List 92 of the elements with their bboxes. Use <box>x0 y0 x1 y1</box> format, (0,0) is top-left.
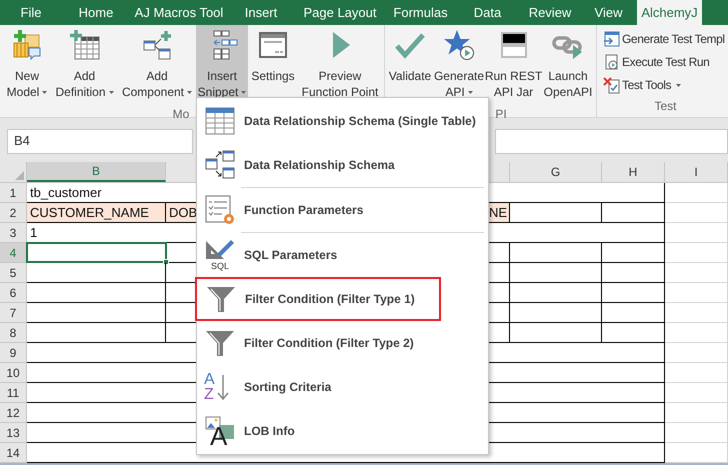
icon-letter: A <box>210 423 228 449</box>
run-rest-button[interactable]: Run REST API Jar <box>486 25 541 105</box>
menu-item[interactable]: A Z Sorting Criteria <box>197 365 488 409</box>
cross-checklist-icon <box>603 76 620 94</box>
ribbon-tab[interactable]: AJ Macros Tool <box>130 0 228 25</box>
table-cell[interactable] <box>510 203 602 223</box>
table-cell[interactable] <box>602 403 665 423</box>
formula-field[interactable] <box>495 128 728 154</box>
icon-letter: SQL <box>210 261 229 271</box>
star-play-icon <box>443 29 475 61</box>
table-cell[interactable] <box>510 283 602 303</box>
table-cell[interactable] <box>27 283 166 303</box>
row-header[interactable]: 14 <box>0 443 27 463</box>
ribbon-tab[interactable]: Home <box>62 0 130 25</box>
ribbon-tab[interactable]: File <box>0 0 62 25</box>
row-header[interactable]: 1 <box>0 183 27 203</box>
table-cell[interactable] <box>27 263 166 283</box>
icon-letter: Z <box>204 387 215 402</box>
row-header[interactable]: 3 <box>0 223 27 243</box>
row-header[interactable]: 4 <box>0 243 27 263</box>
launch-openapi-button[interactable]: Launch OpenAPI <box>542 25 594 105</box>
menu-item[interactable]: Filter Condition (Filter Type 1) <box>195 277 441 321</box>
ribbon-tab[interactable]: View <box>580 0 637 25</box>
row-header[interactable]: 12 <box>0 403 27 423</box>
generate-template-button[interactable]: Generate Test Templ <box>603 28 728 50</box>
row-header[interactable]: 11 <box>0 383 27 403</box>
group-label: PI <box>495 107 507 121</box>
ribbon-tab[interactable]: Review <box>520 0 580 25</box>
table-cell[interactable] <box>510 323 602 343</box>
windows-plus-icon <box>141 29 173 61</box>
name-box[interactable]: B4 <box>7 128 193 154</box>
row-header[interactable]: 13 <box>0 423 27 443</box>
table-cell[interactable] <box>602 423 665 443</box>
table-cell[interactable] <box>602 343 665 363</box>
table-cell[interactable] <box>602 323 665 343</box>
ribbon-tab[interactable]: Formulas <box>386 0 455 25</box>
add-component-button[interactable]: Add Component <box>119 25 195 105</box>
table-cell[interactable] <box>602 383 665 403</box>
ribbon-tab[interactable]: Insert <box>228 0 294 25</box>
window-icon <box>257 29 289 61</box>
row-header[interactable]: 6 <box>0 283 27 303</box>
table-cell[interactable] <box>27 323 166 343</box>
plus-folder-icon <box>11 29 43 61</box>
ribbon-tab[interactable]: Page Layout <box>294 0 386 25</box>
ruler-pencil-icon <box>204 237 236 261</box>
row-header[interactable]: 9 <box>0 343 27 363</box>
table-cell[interactable]: CUSTOMER_NAME <box>27 203 166 223</box>
document-play-icon <box>603 54 620 70</box>
column-header[interactable]: G <box>510 162 602 182</box>
row-header[interactable]: 7 <box>0 303 27 323</box>
row-header[interactable]: 10 <box>0 363 27 383</box>
row-header[interactable]: 8 <box>0 323 27 343</box>
linked-tables-icon <box>204 149 236 181</box>
menu-item[interactable]: SQL SQL Parameters <box>197 233 488 277</box>
row-header[interactable]: 2 <box>0 203 27 223</box>
row-header[interactable]: 5 <box>0 263 27 283</box>
table-icon <box>204 105 236 137</box>
menu-item[interactable]: A LOB Info <box>197 409 488 453</box>
test-tools-button[interactable]: Test Tools <box>603 74 728 96</box>
table-cell[interactable]: 1 <box>27 223 166 243</box>
table-cell[interactable] <box>510 243 602 263</box>
menu-item[interactable]: Filter Condition (Filter Type 2) <box>197 321 488 365</box>
group-label: Mo <box>172 107 190 121</box>
table-cell[interactable] <box>602 263 665 283</box>
table-cell[interactable] <box>602 283 665 303</box>
ribbon-tab[interactable]: Data <box>455 0 520 25</box>
add-definition-button[interactable]: Add Definition <box>51 25 118 105</box>
column-header[interactable]: I <box>665 162 728 182</box>
new-model-button[interactable]: New Model <box>4 25 50 105</box>
fill-handle[interactable] <box>163 259 169 265</box>
icon-letter: A <box>204 372 215 387</box>
menu-item[interactable]: Function Parameters <box>197 188 488 232</box>
column-header[interactable]: B <box>27 162 166 182</box>
table-cell[interactable] <box>602 203 665 223</box>
table-cell[interactable] <box>602 363 665 383</box>
table-cell[interactable] <box>602 303 665 323</box>
table-cell[interactable] <box>602 183 665 203</box>
checklist-gear-icon <box>204 194 236 226</box>
active-cell-outline[interactable] <box>26 242 167 263</box>
execute-run-button[interactable]: Execute Test Run <box>603 51 728 73</box>
group-label: Test <box>654 99 676 113</box>
table-cell[interactable] <box>510 303 602 323</box>
table-cell[interactable] <box>602 223 665 243</box>
ribbon-tab[interactable]: AlchemyJ <box>637 0 702 25</box>
table-cell[interactable] <box>27 303 166 323</box>
table-cell[interactable] <box>602 243 665 263</box>
table-cell[interactable] <box>510 263 602 283</box>
plus-table-icon <box>68 29 100 61</box>
menu-item[interactable]: Data Relationship Schema <box>197 143 488 187</box>
down-arrow-icon <box>216 374 229 400</box>
select-all-icon <box>15 171 24 180</box>
column-header[interactable]: H <box>602 162 665 182</box>
